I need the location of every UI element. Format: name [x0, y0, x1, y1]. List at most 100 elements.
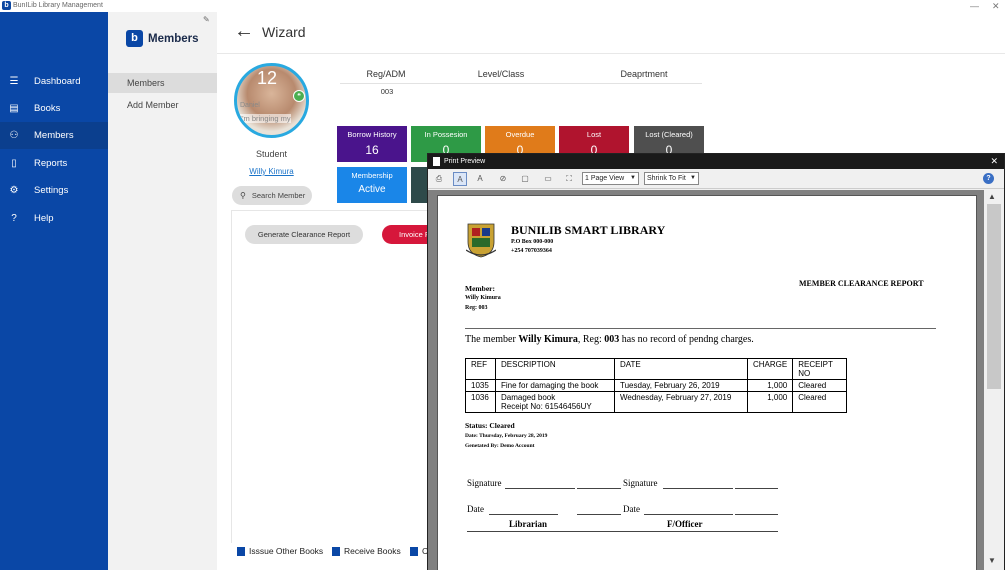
po-box: P.O Box 000-000 [511, 239, 554, 245]
book-icon: ▤ [9, 103, 19, 114]
library-crest-logo [466, 223, 496, 258]
fit-value: Shrink To Fit [647, 175, 686, 182]
cell-receipt: Cleared [792, 391, 848, 413]
back-button[interactable]: ← [234, 20, 254, 43]
receive-books-button[interactable]: Receive Books [332, 543, 401, 559]
cell-description: Damaged book Receipt No: 61546456UY [495, 391, 615, 413]
help-icon[interactable]: ? [983, 173, 994, 184]
help-icon: ? [11, 213, 17, 224]
date-right-line [644, 514, 733, 515]
table-header-row: REF DESCRIPTION DATE CHARGE RECEIPT NO [465, 358, 848, 380]
subpanel-header: b Members [126, 30, 199, 47]
subpanel-item-add-member[interactable]: Add Member [108, 95, 217, 115]
cell-charge: 1,000 [746, 391, 794, 413]
page-setup-icon[interactable]: ▢ [518, 172, 532, 186]
print-icon[interactable]: ⎙ [432, 172, 446, 186]
stat-value: 16 [365, 143, 379, 157]
member-name-link[interactable]: Willy Kimura [234, 167, 309, 176]
fit-select[interactable]: Shrink To Fit ▼ [644, 172, 699, 185]
nav-item-settings[interactable]: ⚙ Settings [0, 177, 108, 204]
generate-clearance-report-button[interactable]: Generate Clearance Report [245, 225, 363, 244]
nav-item-members[interactable]: ⚇ Members [0, 122, 108, 149]
subpanel-title: Members [148, 32, 199, 45]
report-page: BUNILIB SMART LIBRARY P.O Box 000-000 +2… [437, 195, 977, 570]
search-member-button[interactable]: ⚲ Search Member [232, 186, 312, 205]
stat-membership[interactable]: Membership Active [337, 167, 407, 203]
avatar-caption: Daniel [240, 102, 260, 109]
col-header: CHARGE [746, 358, 794, 380]
report-divider [465, 328, 936, 329]
issue-other-books-label: Isssue Other Books [249, 546, 324, 556]
charges-table: REF DESCRIPTION DATE CHARGE RECEIPT NO 1… [465, 358, 848, 413]
print-preview-scrollbar[interactable]: ▲ ▼ [984, 190, 1004, 570]
phone: +254 707039364 [511, 248, 552, 254]
stat-label: Lost (Cleared) [645, 130, 693, 139]
stat-label: In Possesion [424, 130, 468, 139]
print-preview-close-button[interactable]: ✕ [990, 154, 998, 169]
gear-icon: ⚙ [9, 185, 19, 196]
col-header: DESCRIPTION [495, 358, 615, 380]
fullscreen-icon[interactable]: ⛶ [562, 172, 576, 186]
close-button[interactable]: ✕ [992, 0, 1000, 12]
scroll-down-icon[interactable]: ▼ [988, 556, 996, 565]
pin-icon[interactable]: ✎ [203, 15, 210, 24]
signature-gap-line [577, 488, 621, 489]
stat-label: Overdue [505, 130, 535, 139]
librarian-label: Librarian [509, 519, 548, 529]
member-label: Member: [465, 284, 495, 293]
stat-label: Membership [351, 171, 393, 180]
report-icon: ▯ [11, 158, 17, 169]
nav-item-dashboard[interactable]: ☰ Dashboard [0, 68, 108, 95]
col-header: DATE [614, 358, 748, 380]
report-generated-by: Genetated By: Demo Account [465, 443, 535, 449]
member-role: Student [255, 149, 288, 159]
members-logo-icon: b [126, 30, 143, 47]
report-statement: The member Willy Kimura, Reg: 003 has no… [465, 334, 754, 345]
reg-label: Reg/ADM [366, 69, 406, 79]
disabled-icon[interactable]: ⊘ [496, 172, 510, 186]
device-icon [410, 546, 418, 556]
bottom-bar-third-button[interactable]: C [410, 543, 428, 559]
nav-item-label: Reports [34, 158, 68, 169]
menu-icon: ☰ [9, 76, 19, 87]
app-logo-icon: b [2, 1, 11, 10]
scrollbar-thumb[interactable] [987, 204, 1001, 389]
subpanel-item-members[interactable]: Members [108, 73, 217, 93]
signature-left-label: Signature [467, 478, 502, 488]
cell-ref: 1035 [465, 379, 496, 392]
stat-borrow-history[interactable]: Borrow History 16 [337, 126, 407, 162]
department-label: Deaprtment [620, 69, 668, 79]
library-address: P.O Box 000-000 +254 707039364 [511, 238, 553, 256]
date-right-extra-line [735, 514, 778, 515]
officer-label: F/Officer [667, 519, 703, 529]
issue-other-books-button[interactable]: Isssue Other Books [237, 543, 323, 559]
table-row: 1035 Fine for damaging the book Tuesday,… [465, 379, 848, 392]
nav-item-books[interactable]: ▤ Books [0, 95, 108, 122]
cell-date: Wednesday, February 27, 2019 [614, 391, 748, 413]
nav-item-label: Members [34, 130, 74, 141]
cell-receipt: Cleared [792, 379, 848, 392]
nav-item-reports[interactable]: ▯ Reports [0, 150, 108, 177]
roles-underline [467, 531, 778, 532]
minimize-button[interactable]: — [970, 0, 979, 12]
print-preview-title: Print Preview [444, 158, 486, 165]
text-zoom-icon[interactable]: A [453, 172, 467, 186]
date-gap-line [577, 514, 621, 515]
print-preview-titlebar: Print Preview ✕ [428, 154, 1004, 169]
reg-value: 003 [380, 87, 394, 96]
scroll-up-icon[interactable]: ▲ [988, 192, 996, 201]
report-member-name: Willy Kimura [465, 295, 501, 301]
nav-item-label: Dashboard [34, 76, 81, 87]
date-left-line [489, 514, 558, 515]
nav-item-label: Books [34, 103, 61, 114]
print-preview-canvas: BUNILIB SMART LIBRARY P.O Box 000-000 +2… [428, 190, 1004, 570]
nav-item-help[interactable]: ? Help [0, 205, 108, 232]
page-view-select[interactable]: 1 Page View ▼ [582, 172, 639, 185]
header-footer-icon[interactable]: ▭ [541, 172, 555, 186]
cell-charge: 1,000 [746, 379, 794, 392]
date-left-label: Date [467, 504, 484, 514]
nav-item-label: Help [34, 213, 54, 224]
cell-date: Tuesday, February 26, 2019 [614, 379, 748, 392]
text-small-icon[interactable]: A [473, 172, 487, 186]
signature-right-extra-line [735, 488, 778, 489]
